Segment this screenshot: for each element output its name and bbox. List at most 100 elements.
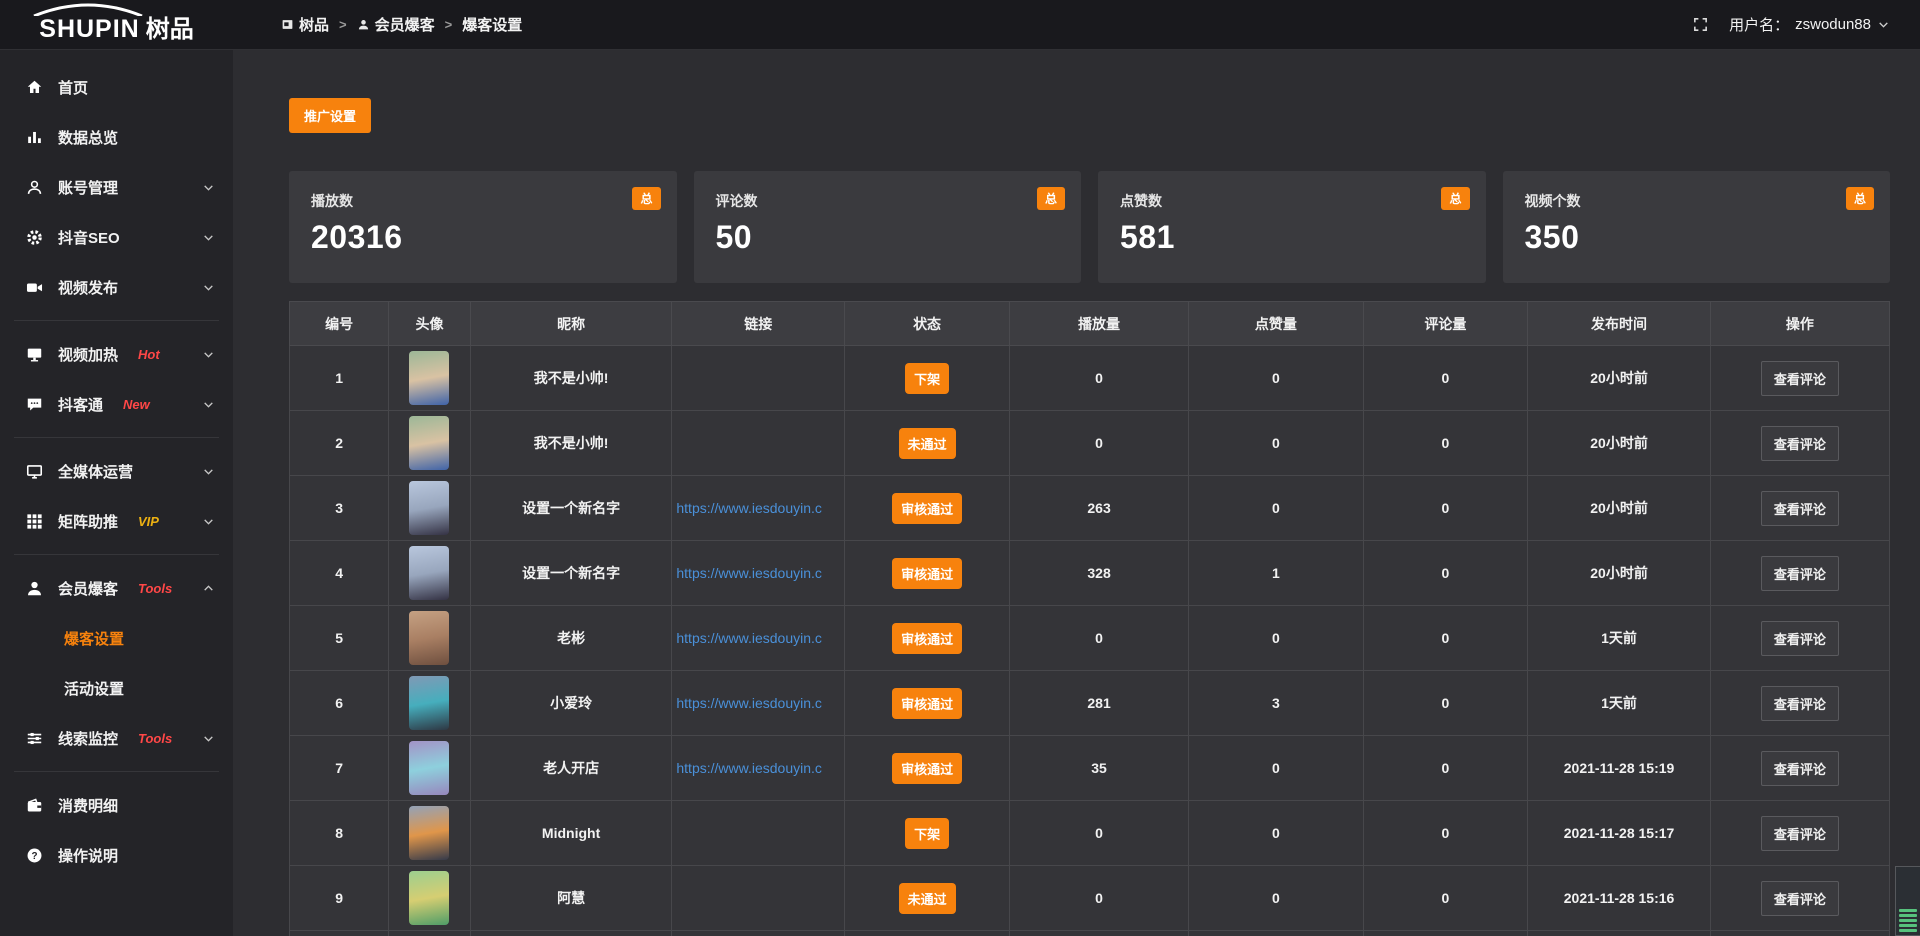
sidebar-item-douketong[interactable]: 抖客通 New xyxy=(0,379,233,429)
video-link[interactable]: https://www.iesdouyin.c xyxy=(674,500,842,516)
chevron-down-icon xyxy=(202,398,215,411)
cell-status: 审核通过 xyxy=(845,541,1010,606)
table-header-row: 编号头像昵称链接状态播放量点赞量评论量发布时间操作 xyxy=(290,302,1890,346)
cell-nickname: 设置一个新名字 xyxy=(470,541,672,606)
view-comments-button[interactable]: 查看评论 xyxy=(1761,556,1839,591)
video-link[interactable]: https://www.iesdouyin.c xyxy=(674,630,842,646)
cell-likes: 0 xyxy=(1189,866,1363,931)
table-row: 2我不是小帅!未通过00020小时前查看评论 xyxy=(290,411,1890,476)
sidebar-item-home[interactable]: 首页 xyxy=(0,62,233,112)
chevron-down-icon xyxy=(202,348,215,361)
cell-plays: 0 xyxy=(1009,346,1188,411)
nickname: 老彬 xyxy=(557,630,585,646)
cell-link: https://www.iesdouyin.c xyxy=(672,736,845,801)
video-link[interactable]: https://www.iesdouyin.c xyxy=(674,695,842,711)
cell-time: 1天前 xyxy=(1528,606,1710,671)
sidebar-item-clue-monitor[interactable]: 线索监控Tools xyxy=(0,713,233,763)
sidebar-item-matrix-boost[interactable]: 矩阵助推VIP xyxy=(0,496,233,546)
sidebar-item-account-manage[interactable]: 账号管理 xyxy=(0,162,233,212)
sidebar-subitem-activity-settings[interactable]: 活动设置 xyxy=(0,663,233,713)
cell-nickname: 老人开店 xyxy=(470,736,672,801)
play-count: 0 xyxy=(1095,435,1103,451)
row-id: 9 xyxy=(335,890,343,906)
status-badge: 下架 xyxy=(905,818,949,849)
stat-label: 播放数 xyxy=(311,191,655,211)
cell-plays: 281 xyxy=(1009,671,1188,736)
cell-status: 审核通过 xyxy=(845,736,1010,801)
cell-status: 审核通过 xyxy=(845,476,1010,541)
cell-link xyxy=(672,411,845,476)
cell-time: 20小时前 xyxy=(1528,541,1710,606)
stat-value: 581 xyxy=(1120,219,1464,256)
stats-row: 播放数总20316评论数总50点赞数总581视频个数总350 xyxy=(289,171,1890,283)
avatar xyxy=(409,481,449,535)
chevron-up-icon xyxy=(202,582,215,595)
sidebar-item-media-operation[interactable]: 全媒体运营 xyxy=(0,446,233,496)
video-link[interactable]: https://www.iesdouyin.c xyxy=(674,565,842,581)
breadcrumb-home[interactable]: 树品 xyxy=(281,14,329,35)
table-row: 5老彬https://www.iesdouyin.c审核通过0001天前查看评论 xyxy=(290,606,1890,671)
sidebar-item-label: 抖客通 xyxy=(58,394,103,415)
view-comments-button[interactable]: 查看评论 xyxy=(1761,881,1839,916)
view-comments-button[interactable]: 查看评论 xyxy=(1761,426,1839,461)
status-badge: 审核通过 xyxy=(892,753,962,784)
sidebar-item-member-baoke[interactable]: 会员爆客Tools xyxy=(0,563,233,613)
breadcrumb-member[interactable]: 会员爆客 xyxy=(357,14,435,35)
breadcrumb-current: 爆客设置 xyxy=(462,14,522,35)
publish-time: 1天前 xyxy=(1601,695,1637,711)
play-count: 263 xyxy=(1087,500,1110,516)
publish-time: 2021-11-28 15:16 xyxy=(1564,890,1675,906)
user-outline-icon xyxy=(24,178,44,197)
view-comments-button[interactable]: 查看评论 xyxy=(1761,361,1839,396)
promotion-settings-button[interactable]: 推广设置 xyxy=(289,98,371,133)
mini-preview-widget xyxy=(1895,866,1920,936)
publish-time: 20小时前 xyxy=(1590,435,1648,451)
svg-text:?: ? xyxy=(31,850,37,861)
cell-comments: 0 xyxy=(1363,411,1528,476)
sidebar-subitem-baoke-settings[interactable]: 爆客设置 xyxy=(0,613,233,663)
app-logo[interactable]: SHUPIN 树品 xyxy=(0,0,233,50)
user-menu[interactable]: 用户名：zswodun88 xyxy=(1729,14,1890,35)
status-badge: 审核通过 xyxy=(892,558,962,589)
cell-nickname xyxy=(470,931,672,936)
sidebar-item-video-heat[interactable]: 视频加热Hot xyxy=(0,329,233,379)
sidebar-item-data-overview[interactable]: 数据总览 xyxy=(0,112,233,162)
cell-link xyxy=(672,866,845,931)
video-link[interactable]: https://www.iesdouyin.c xyxy=(674,760,842,776)
column-header: 昵称 xyxy=(470,302,672,346)
like-count: 0 xyxy=(1272,435,1280,451)
status-badge: 未通过 xyxy=(899,883,956,914)
sidebar-item-help[interactable]: ?操作说明 xyxy=(0,830,233,880)
table-row: 7老人开店https://www.iesdouyin.c审核通过35002021… xyxy=(290,736,1890,801)
comment-count: 0 xyxy=(1442,565,1450,581)
logo-arc xyxy=(28,3,148,16)
stat-card-2: 点赞数总581 xyxy=(1098,171,1486,283)
cell-time: 2021-11-28 15:19 xyxy=(1528,736,1710,801)
cell-link: https://www.iesdouyin.c xyxy=(672,671,845,736)
table-row: 6小爱玲https://www.iesdouyin.c审核通过281301天前查… xyxy=(290,671,1890,736)
breadcrumb-separator: > xyxy=(339,17,347,32)
row-id: 4 xyxy=(335,565,343,581)
view-comments-button[interactable]: 查看评论 xyxy=(1761,816,1839,851)
cell-avatar xyxy=(389,671,471,736)
view-comments-button[interactable]: 查看评论 xyxy=(1761,491,1839,526)
cell-status: 审核通过 xyxy=(845,671,1010,736)
sidebar-item-badge: New xyxy=(123,397,150,412)
view-comments-button[interactable]: 查看评论 xyxy=(1761,621,1839,656)
cell-id: 4 xyxy=(290,541,389,606)
avatar xyxy=(409,871,449,925)
status-badge: 下架 xyxy=(905,363,949,394)
comment-count: 0 xyxy=(1442,630,1450,646)
view-comments-button[interactable]: 查看评论 xyxy=(1761,751,1839,786)
table-row: 9阿慧未通过0002021-11-28 15:16查看评论 xyxy=(290,866,1890,931)
sidebar-item-douyin-seo[interactable]: 抖音SEO xyxy=(0,212,233,262)
sidebar-item-video-publish[interactable]: 视频发布 xyxy=(0,262,233,312)
publish-time: 20小时前 xyxy=(1590,565,1648,581)
stat-label: 评论数 xyxy=(716,191,1060,211)
cell-id: 5 xyxy=(290,606,389,671)
view-comments-button[interactable]: 查看评论 xyxy=(1761,686,1839,721)
sidebar-item-consume-detail[interactable]: 消费明细 xyxy=(0,780,233,830)
fullscreen-icon[interactable] xyxy=(1692,16,1709,33)
sidebar-item-label: 数据总览 xyxy=(58,127,118,148)
nickname: 老人开店 xyxy=(543,760,599,776)
